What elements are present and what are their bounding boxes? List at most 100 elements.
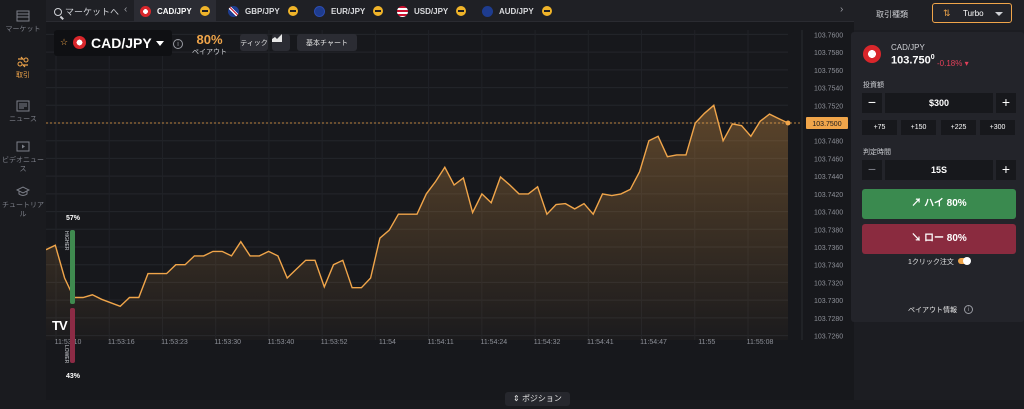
close-tab-icon[interactable] xyxy=(287,6,298,16)
current-price-label: 103.7500 xyxy=(812,121,841,128)
y-tick-label: 103.7380 xyxy=(814,227,843,234)
payout-percent: 80% xyxy=(196,32,223,47)
x-tick-label: 11:53:23 xyxy=(161,339,188,346)
area-chart-button[interactable] xyxy=(272,34,290,51)
x-tick-label: 11:55 xyxy=(698,339,715,346)
sentiment-low-percent: 43% xyxy=(65,373,80,380)
nav-label-trade: 取引 xyxy=(16,72,30,79)
tab-eur-jpy[interactable]: EUR/JPY xyxy=(308,0,389,22)
price-chart[interactable]: 103.7600 103.7580 103.7560 103.7540 103.7520… xyxy=(46,22,854,400)
payout-display: 80% ペイアウト xyxy=(192,32,227,57)
tab-aud-jpy[interactable]: AUD/JPY xyxy=(476,0,558,22)
price-change: -0.18% ▾ xyxy=(937,59,969,68)
eu-flag-icon xyxy=(314,5,325,17)
y-tick-label: 103.7440 xyxy=(814,174,843,181)
amount-label: 投資額 xyxy=(863,82,884,89)
asset-selector[interactable]: ☆ CAD/JPY xyxy=(54,30,172,56)
close-tab-icon[interactable] xyxy=(456,6,467,16)
trade-type-header: 取引種類 ⇅ Turbo xyxy=(854,0,1024,30)
payout-label: ペイアウト xyxy=(192,49,227,56)
market-icon xyxy=(16,10,30,22)
us-flag-icon xyxy=(397,5,408,17)
x-tick-label: 11:53:40 xyxy=(268,339,295,346)
nav-label-tutorial: チュートリアル xyxy=(2,202,44,218)
tab-label: GBP/JPY xyxy=(245,6,280,16)
panel-pair: CAD/JPY xyxy=(891,43,925,52)
nav-label-news: ニュース xyxy=(9,116,37,123)
tab-cad-jpy[interactable]: CAD/JPY xyxy=(134,0,216,22)
high-button[interactable]: ↗ ハイ 80% xyxy=(862,189,1016,219)
sentiment-high-bar xyxy=(70,230,75,304)
market-search-label: マーケットへ xyxy=(65,7,120,17)
y-tick-label: 103.7320 xyxy=(814,280,843,287)
price-main: 103.75 xyxy=(891,54,925,67)
quick-amount-button[interactable]: +150 xyxy=(901,120,936,135)
quick-amount-button[interactable]: +75 xyxy=(862,120,897,135)
trade-icon xyxy=(17,56,29,68)
left-nav: マーケット 取引 ニュース ビデオニュース チュートリアル xyxy=(0,0,46,409)
quick-amount-button[interactable]: +225 xyxy=(941,120,976,135)
market-search[interactable]: マーケットへ xyxy=(54,5,119,18)
current-price-dot xyxy=(785,120,791,126)
y-tick-label: 103.7260 xyxy=(814,334,843,341)
tabs-scroll-right-icon[interactable]: › xyxy=(840,4,843,15)
quick-amount-button[interactable]: +300 xyxy=(980,120,1015,135)
high-button-label: ハイ 80% xyxy=(924,198,967,209)
search-icon xyxy=(54,8,62,16)
y-tick-label: 103.7480 xyxy=(814,139,843,146)
nav-item-tutorial[interactable]: チュートリアル xyxy=(0,186,46,219)
y-tick-label: 103.7540 xyxy=(814,86,843,93)
tabs-scroll-left-icon[interactable]: ‹ xyxy=(124,4,127,15)
tab-usd-jpy[interactable]: USD/JPY xyxy=(391,0,472,22)
x-tick-label: 11:54:32 xyxy=(534,339,561,346)
nav-item-market[interactable]: マーケット xyxy=(0,10,46,34)
tick-chart-button[interactable]: ティック xyxy=(240,34,268,51)
close-tab-icon[interactable] xyxy=(541,6,552,16)
x-tick-label: 11:54:41 xyxy=(587,339,614,346)
amount-value[interactable]: $300 xyxy=(885,93,993,113)
area-chart-icon xyxy=(272,34,282,42)
y-tick-label: 103.7520 xyxy=(814,103,843,110)
video-icon xyxy=(16,141,30,152)
trade-type-value: Turbo xyxy=(963,9,984,18)
amount-stepper: − $300 + xyxy=(862,93,1016,113)
basic-chart-button[interactable]: 基本チャート xyxy=(297,34,357,51)
asset-name: CAD/JPY xyxy=(91,35,152,51)
nav-label-video-news: ビデオニュース xyxy=(2,157,44,173)
favorite-star-icon[interactable]: ☆ xyxy=(60,37,68,48)
low-button[interactable]: ↘ ロー 80% xyxy=(862,224,1016,254)
nav-item-news[interactable]: ニュース xyxy=(0,100,46,124)
nav-item-video-news[interactable]: ビデオニュース xyxy=(0,141,46,174)
amount-decrease-button[interactable]: − xyxy=(862,93,882,113)
swap-icon: ⇅ xyxy=(943,8,951,18)
price-chart-svg: 103.7600 103.7580 103.7560 103.7540 103.7520… xyxy=(46,30,848,346)
chevron-down-icon xyxy=(156,41,164,46)
sentiment-low-word: LOWER xyxy=(63,345,69,364)
news-icon xyxy=(16,100,30,112)
sentiment-high-percent: 57% xyxy=(65,215,80,222)
time-label: 判定時間 xyxy=(863,149,891,156)
time-increase-button[interactable]: + xyxy=(996,160,1016,180)
tick-label: ティック xyxy=(240,39,268,47)
info-icon[interactable]: i xyxy=(964,305,973,314)
nav-label-market: マーケット xyxy=(5,26,41,33)
tab-label: CAD/JPY xyxy=(157,6,192,16)
amount-increase-button[interactable]: + xyxy=(996,93,1016,113)
price-change-value: -0.18% xyxy=(937,59,963,68)
one-click-toggle[interactable] xyxy=(958,257,971,265)
trade-type-select[interactable]: ⇅ Turbo xyxy=(932,3,1012,23)
info-icon[interactable]: i xyxy=(173,39,183,49)
payout-info-label[interactable]: ペイアウト情報 xyxy=(908,305,957,315)
close-tab-icon[interactable] xyxy=(199,6,210,16)
time-value[interactable]: 15S xyxy=(885,160,993,180)
y-tick-label: 103.7280 xyxy=(814,316,843,323)
positions-button[interactable]: ⇕ ポジション xyxy=(505,392,570,406)
trade-panel: CAD/JPY 103.7500 -0.18% ▾ 投資額 − $300 + +… xyxy=(851,32,1024,322)
asset-tabs-bar: マーケットへ ‹ CAD/JPY GBP/JPY EUR/JPY USD/JPY… xyxy=(46,0,854,22)
tab-gbp-jpy[interactable]: GBP/JPY xyxy=(222,0,304,22)
y-tick-label: 103.7420 xyxy=(814,192,843,199)
close-tab-icon[interactable] xyxy=(373,6,384,16)
x-tick-label: 11:54:47 xyxy=(640,339,667,346)
nav-item-trade[interactable]: 取引 xyxy=(0,56,46,80)
time-decrease-button[interactable]: − xyxy=(862,160,882,180)
